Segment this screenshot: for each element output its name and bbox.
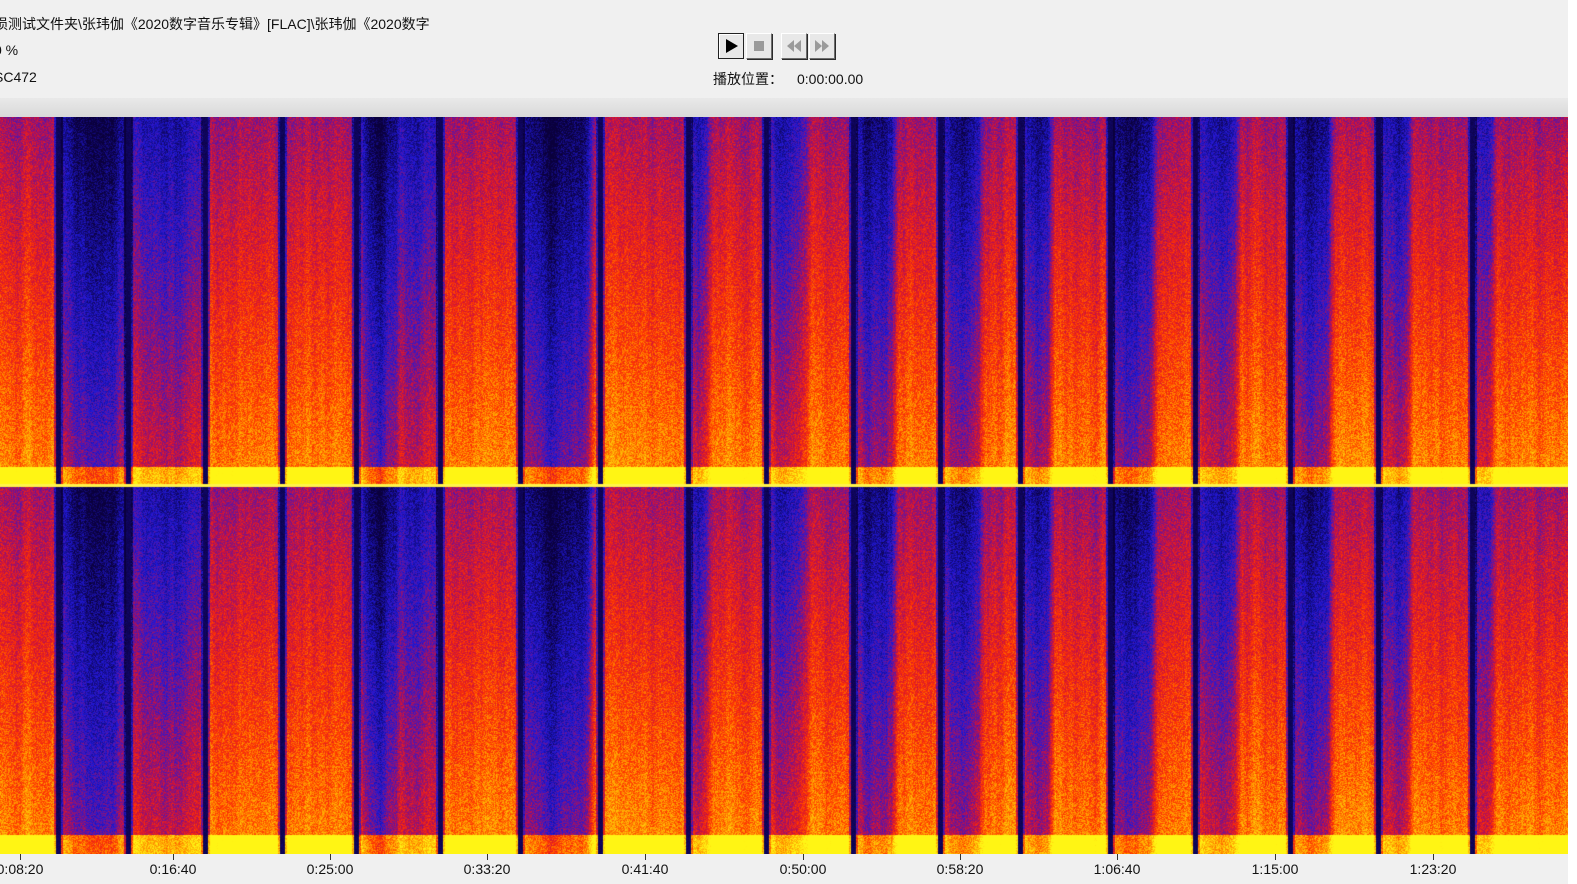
file-info-panel: 损测试文件夹\张玮伽《2020数字音乐专辑》[FLAC]\张玮伽《2020数字 …: [0, 0, 1577, 98]
stop-icon: [754, 41, 764, 51]
time-axis: 0:08:20 0:16:40 0:25:00 0:33:20 0:41:40 0:50:…: [0, 854, 1568, 884]
rewind-button[interactable]: [781, 33, 807, 59]
spectrogram-canvas[interactable]: [0, 117, 1568, 854]
axis-tick: [330, 854, 331, 860]
axis-tick-label: 0:50:00: [779, 861, 827, 877]
axis-tick: [645, 854, 646, 860]
rewind-icon: [787, 40, 801, 52]
axis-tick-label: 1:23:20: [1409, 861, 1457, 877]
playback-position-value: 0:00:00.00: [797, 71, 864, 87]
axis-tick: [20, 854, 21, 860]
playback-position: 播放位置： 0:00:00.00: [713, 69, 863, 89]
file-path-text: 损测试文件夹\张玮伽《2020数字音乐专辑》[FLAC]\张玮伽《2020数字: [0, 16, 430, 32]
playback-position-label: 播放位置：: [713, 71, 783, 87]
axis-tick-label: 1:06:40: [1093, 861, 1141, 877]
axis-tick: [1117, 854, 1118, 860]
play-button[interactable]: [718, 33, 744, 59]
stop-button[interactable]: [746, 33, 772, 59]
panel-separator: [0, 98, 1568, 118]
fast-forward-icon: [815, 40, 829, 52]
axis-tick: [803, 854, 804, 860]
axis-tick-label: 0:16:40: [149, 861, 197, 877]
axis-tick-label: 0:41:40: [621, 861, 669, 877]
fast-forward-button[interactable]: [809, 33, 835, 59]
axis-tick: [960, 854, 961, 860]
percent-text: 0 %: [0, 42, 19, 58]
axis-tick-label: 1:15:00: [1251, 861, 1299, 877]
axis-tick: [1275, 854, 1276, 860]
axis-tick-label: 0:08:20: [0, 861, 44, 877]
codec-text: SC472: [0, 69, 37, 85]
axis-tick: [1433, 854, 1434, 860]
play-icon: [726, 39, 738, 53]
axis-tick-label: 0:25:00: [306, 861, 354, 877]
axis-tick: [173, 854, 174, 860]
spectrum-analyzer-window: 损测试文件夹\张玮伽《2020数字音乐专辑》[FLAC]\张玮伽《2020数字 …: [0, 0, 1577, 884]
axis-tick-label: 0:58:20: [936, 861, 984, 877]
axis-tick: [487, 854, 488, 860]
window-edge: [1568, 0, 1577, 884]
axis-tick-label: 0:33:20: [463, 861, 511, 877]
